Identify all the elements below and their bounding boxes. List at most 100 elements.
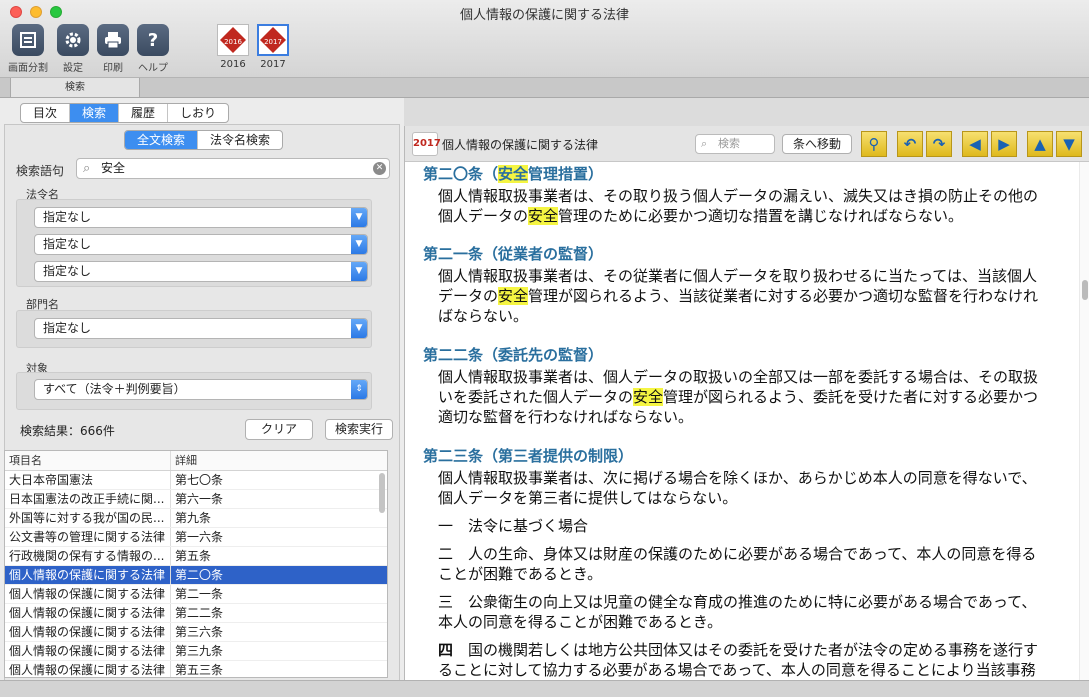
viewer-scrollbar[interactable] — [1079, 162, 1089, 680]
table-row[interactable]: 個人情報の保護に関する法律 第二二条 — [5, 604, 387, 623]
table-row[interactable]: 大日本帝国憲法 第七〇条 — [5, 471, 387, 490]
result-count: 検索結果：666件 — [20, 424, 115, 438]
clear-search-icon[interactable]: ✕ — [373, 162, 386, 175]
target-select[interactable]: すべて（法令＋判例要旨） ⇕ — [34, 379, 368, 400]
body-text: 管理が図られるよう、当該従業者に対する必要かつ適切な監督を行わなければならない。 — [438, 287, 1039, 325]
back-arrow-icon[interactable]: ↶ — [897, 131, 923, 157]
search-icon: ⌕ — [83, 161, 91, 176]
document-tab-strip: 検索 — [0, 78, 1089, 98]
up-icon[interactable]: ▲ — [1027, 131, 1053, 157]
viewer-toolbar: 2017 個人情報の保護に関する法律 ⌕ 検索 条へ移動 ⚲ ↶ ↷ ◀ ▶ ▲ … — [405, 126, 1089, 162]
tab-history[interactable]: 履歴 — [119, 104, 169, 122]
table-row[interactable]: 行政機関の保有する情報の... 第五条 — [5, 547, 387, 566]
table-row[interactable]: 外国等に対する我が国の民... 第九条 — [5, 509, 387, 528]
print-button[interactable]: 印刷 — [93, 24, 133, 74]
results-rows: 大日本帝国憲法 第七〇条 日本国憲法の改正手続に関... 第六一条外国等に対する我が国… — [5, 471, 387, 677]
law-name-select-2[interactable]: 指定なし ▼ — [34, 234, 368, 255]
help-button[interactable]: ? ヘルプ — [133, 24, 173, 74]
body-text: 管理のために必要かつ適切な措置を講じなければならない。 — [558, 207, 964, 225]
tab-search[interactable]: 検索 — [70, 104, 120, 122]
highlight: 安全 — [633, 388, 664, 406]
jump-to-article-button[interactable]: 条へ移動 — [782, 134, 852, 154]
highlight: 安全 — [498, 165, 529, 183]
article-22: 第二二条（委託先の監督） 個人情報取扱事業者は、個人データの取扱いの全部又は一部… — [423, 345, 1048, 427]
row-detail: 第二〇条 — [175, 568, 224, 582]
nav-tabs: 目次 検索 履歴 しおり — [20, 103, 230, 123]
results-scrollbar[interactable] — [379, 473, 385, 513]
table-row[interactable]: 個人情報の保護に関する法律 第三九条 — [5, 642, 387, 661]
row-item-name: 個人情報の保護に関する法律 — [5, 661, 171, 677]
book-2016-button[interactable]: 2016 2016 — [216, 24, 250, 70]
document-tab-search[interactable]: 検索 — [10, 78, 140, 98]
lawname-search-tab[interactable]: 法令名検索 — [198, 131, 282, 149]
gear-icon — [57, 24, 89, 56]
article-body: 個人情報取扱事業者は、個人データの取扱いの全部又は一部を委託する場合は、その取扱… — [423, 367, 1048, 427]
row-detail: 第三九条 — [175, 644, 224, 658]
scroll-thumb[interactable] — [1082, 280, 1088, 300]
law-name-select-2-value: 指定なし — [43, 237, 92, 251]
table-row[interactable]: 個人情報の保護に関する法律 第二一条 — [5, 585, 387, 604]
window-titlebar: 個人情報の保護に関する法律 画面分割 設定 印刷 ? ヘルプ 2016 2016… — [0, 0, 1089, 78]
row-item-name: 個人情報の保護に関する法律 — [5, 585, 171, 603]
column-header-item[interactable]: 項目名 — [5, 451, 171, 470]
article-body: 個人情報取扱事業者は、その従業者に個人データを取り扱わせるに当たっては、当該個人… — [423, 266, 1048, 326]
svg-text:2016: 2016 — [224, 38, 242, 46]
row-detail: 第五条 — [175, 549, 212, 563]
print-label: 印刷 — [103, 63, 123, 74]
execute-search-button[interactable]: 検索実行 — [325, 419, 393, 440]
article-item-2: 二 人の生命、身体又は財産の保護のために必要がある場合であって、本人の同意を得る… — [423, 544, 1048, 584]
help-label: ヘルプ — [138, 63, 168, 74]
fulltext-search-tab[interactable]: 全文検索 — [125, 131, 199, 149]
row-item-name: 個人情報の保護に関する法律 — [5, 623, 171, 641]
column-header-detail[interactable]: 詳細 — [171, 451, 387, 470]
article-item-4: 四 国の機関若しくは地方公共団体又はその委託を受けた者が法令の定める事務を遂行す… — [423, 640, 1048, 680]
tab-toc[interactable]: 目次 — [21, 104, 71, 122]
law-name-select-3[interactable]: 指定なし ▼ — [34, 261, 368, 282]
table-row[interactable]: 個人情報の保護に関する法律 第五三条 — [5, 661, 387, 677]
window-title: 個人情報の保護に関する法律 — [459, 8, 629, 23]
viewer-search-input[interactable]: ⌕ 検索 — [695, 134, 775, 154]
status-bar — [0, 680, 1089, 697]
row-item-name: 日本国憲法の改正手続に関... — [5, 490, 171, 508]
query-label: 検索語句 — [16, 164, 65, 178]
search-input[interactable]: ⌕ 安全 ✕ — [76, 158, 390, 179]
highlight: 安全 — [528, 207, 559, 225]
item-text: 公衆衛生の向上又は児童の健全な育成の推進のために特に必要がある場合であって、本人… — [438, 593, 1037, 631]
row-detail: 第二一条 — [175, 587, 224, 601]
table-row[interactable]: 公文書等の管理に関する法律 第一六条 — [5, 528, 387, 547]
tab-bookmarks[interactable]: しおり — [168, 104, 228, 122]
chevron-down-icon: ▼ — [351, 235, 367, 254]
table-row[interactable]: 日本国憲法の改正手続に関... 第六一条 — [5, 490, 387, 509]
split-view-button[interactable]: 画面分割 — [8, 24, 48, 74]
item-text: 人の生命、身体又は財産の保護のために必要がある場合であって、本人の同意を得ること… — [438, 545, 1037, 583]
table-row[interactable]: 個人情報の保護に関する法律 第二〇条 — [5, 566, 387, 585]
book-2017-button[interactable]: 2017 2017 — [256, 24, 290, 70]
article-heading: 第二一条（従業者の監督） — [423, 245, 604, 263]
settings-label: 設定 — [63, 63, 83, 74]
law-name-select-1-value: 指定なし — [43, 210, 92, 224]
settings-button[interactable]: 設定 — [53, 24, 93, 74]
department-select[interactable]: 指定なし ▼ — [34, 318, 368, 339]
article-item-1: 一 法令に基づく場合 — [423, 516, 1048, 536]
row-item-name: 行政機関の保有する情報の... — [5, 547, 171, 565]
highlight: 安全 — [498, 287, 529, 305]
row-item-name: 個人情報の保護に関する法律 — [5, 604, 171, 622]
law-name-select-1[interactable]: 指定なし ▼ — [34, 207, 368, 228]
down-icon[interactable]: ▼ — [1056, 131, 1082, 157]
results-list: 項目名 詳細 大日本帝国憲法 第七〇条 日本国憲法の改正手続に関... 第六一条外国等… — [4, 450, 388, 678]
next-article-icon[interactable]: ▶ — [991, 131, 1017, 157]
clear-button[interactable]: クリア — [245, 419, 313, 440]
article-21: 第二一条（従業者の監督） 個人情報取扱事業者は、その従業者に個人データを取り扱わ… — [423, 244, 1048, 326]
article-heading: 第二三条（第三者提供の制限） — [423, 447, 634, 465]
year-badge: 2017 — [412, 132, 441, 156]
forward-arrow-icon[interactable]: ↷ — [926, 131, 952, 157]
article-content: 第二〇条（安全管理措置） 個人情報取扱事業者は、その取り扱う個人データの漏えい、… — [405, 162, 1079, 680]
viewer-title: 個人情報の保護に関する法律 — [442, 138, 599, 152]
row-detail: 第九条 — [175, 511, 212, 525]
heading-text: 管理措置） — [528, 165, 604, 183]
row-detail: 第六一条 — [175, 492, 224, 506]
printer-icon — [97, 24, 129, 56]
prev-article-icon[interactable]: ◀ — [962, 131, 988, 157]
magnifier-icon[interactable]: ⚲ — [861, 131, 887, 157]
table-row[interactable]: 個人情報の保護に関する法律 第三六条 — [5, 623, 387, 642]
